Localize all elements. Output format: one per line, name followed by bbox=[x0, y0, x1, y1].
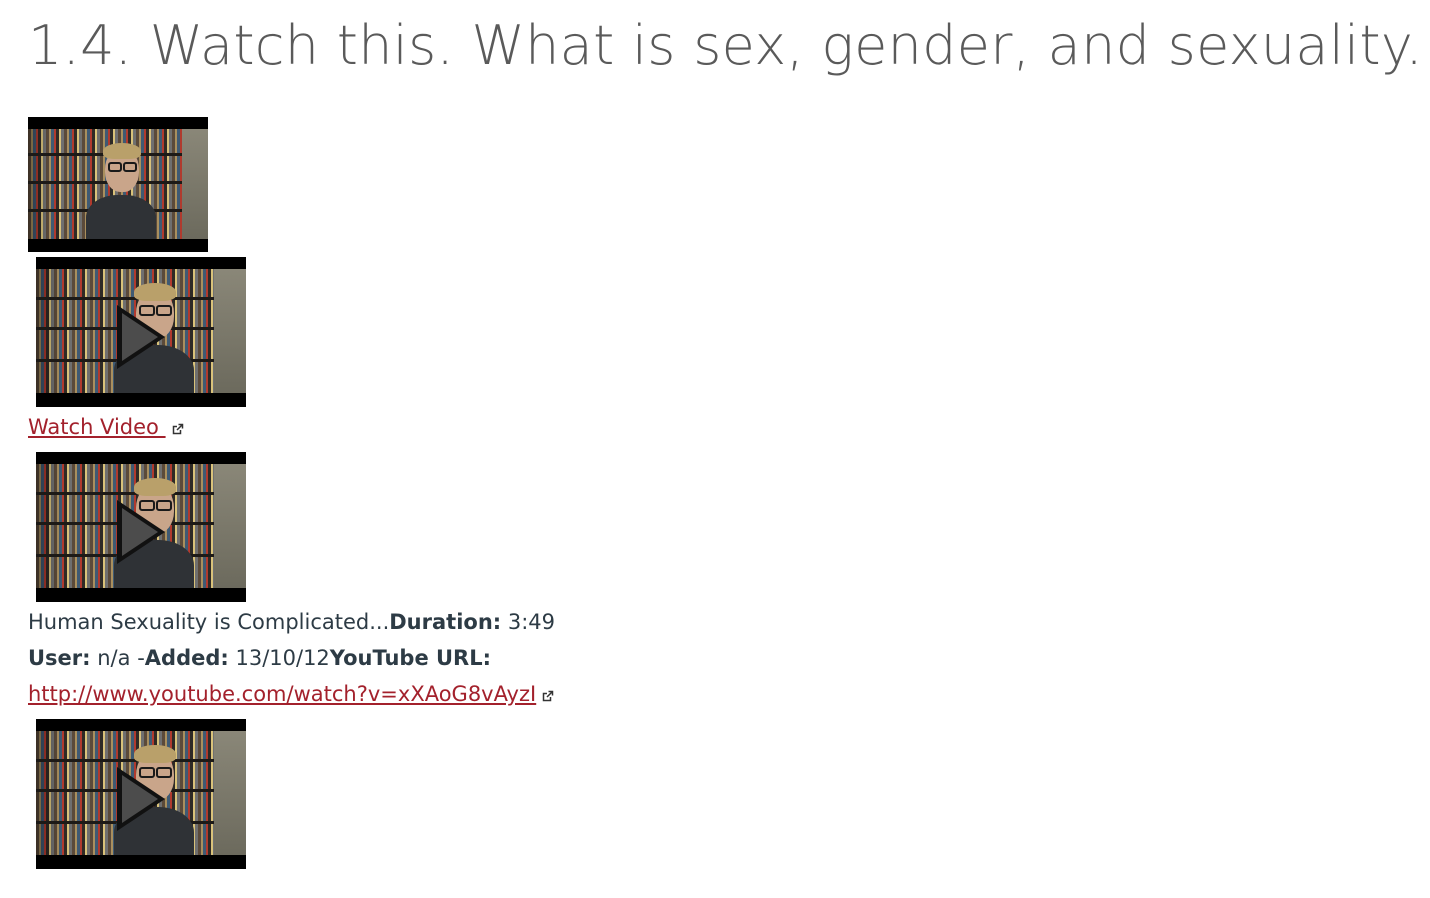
video-meta-line: User: n/a -Added: 13/10/12YouTube URL: bbox=[28, 645, 491, 671]
video-description: Human Sexuality is Complicated... bbox=[28, 610, 390, 634]
watch-video-label: Watch Video bbox=[28, 415, 166, 439]
added-label: Added: bbox=[144, 646, 229, 670]
page-title: 1.4. Watch this. What is sex, gender, an… bbox=[28, 14, 1423, 77]
video-thumbnail[interactable] bbox=[36, 719, 246, 869]
added-value: 13/10/12 bbox=[235, 646, 330, 670]
youtube-url-label: YouTube URL: bbox=[329, 646, 492, 670]
video-thumbnail[interactable] bbox=[36, 257, 246, 407]
external-link-icon bbox=[542, 690, 554, 702]
external-link-icon bbox=[172, 423, 183, 435]
video-thumbnail[interactable] bbox=[36, 452, 246, 602]
watch-video-link[interactable]: Watch Video bbox=[28, 414, 184, 440]
video-thumbnail-small[interactable] bbox=[28, 117, 208, 252]
video-description-line: Human Sexuality is Complicated...Duratio… bbox=[28, 609, 555, 635]
separator: - bbox=[137, 646, 145, 670]
youtube-url-link[interactable]: http://www.youtube.com/watch?v=xXAoG8vAy… bbox=[28, 681, 554, 707]
youtube-url-text: http://www.youtube.com/watch?v=xXAoG8vAy… bbox=[28, 682, 537, 706]
user-value: n/a bbox=[97, 646, 131, 670]
user-label: User: bbox=[28, 646, 91, 670]
duration-label: Duration: bbox=[389, 610, 502, 634]
duration-value: 3:49 bbox=[507, 610, 556, 634]
